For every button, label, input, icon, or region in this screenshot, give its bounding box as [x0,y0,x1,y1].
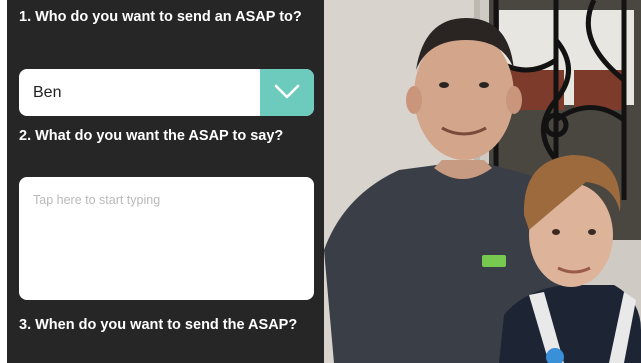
screenshot-frame: 1. Who do you want to send an ASAP to? B… [0,0,641,363]
message-input[interactable] [19,177,314,300]
dropdown-toggle-button[interactable] [260,69,314,116]
chevron-down-icon [274,84,300,99]
photo-man-and-boy [324,0,641,363]
recipient-dropdown[interactable]: Ben [19,69,314,116]
family-photo-illustration [324,0,641,363]
recipient-selected-value: Ben [33,84,62,101]
question-schedule-label: 3. When do you want to send the ASAP? [19,317,298,333]
asap-form-panel: 1. Who do you want to send an ASAP to? B… [7,0,324,363]
question-message-label: 2. What do you want the ASAP to say? [19,128,284,144]
question-recipient-label: 1. Who do you want to send an ASAP to? [19,9,302,25]
